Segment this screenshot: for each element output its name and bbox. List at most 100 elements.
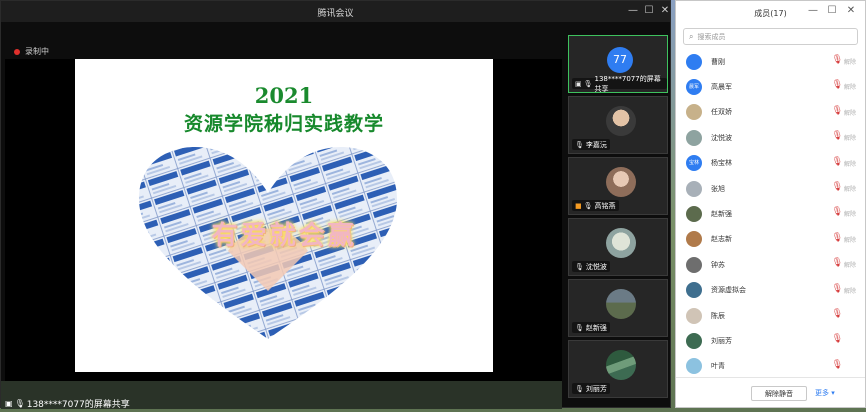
recording-label: 录制中 bbox=[25, 47, 49, 56]
mic-muted-icon: 🎙 bbox=[575, 262, 584, 271]
avatar bbox=[686, 53, 702, 70]
member-row[interactable]: 任双娇 🎙 解除 bbox=[676, 100, 865, 125]
mic-muted-icon[interactable]: 🎙 bbox=[832, 131, 843, 141]
more-label: 更多 bbox=[815, 389, 829, 397]
tile-label: ▣ 🎙 138****7077的屏幕共享 bbox=[572, 75, 667, 93]
share-label-text: 138****7077的屏幕共享 bbox=[26, 400, 130, 410]
share-label: ▣ 🎙 138****7077的屏幕共享 bbox=[5, 397, 130, 410]
meeting-titlebar: 腾讯会议 — ☐ ✕ bbox=[1, 1, 670, 22]
member-row[interactable]: 钟苏 🎙 解除 bbox=[676, 252, 865, 277]
slide-overlay-text: 有爱就会赢 bbox=[211, 221, 357, 251]
mic-muted-icon[interactable]: 🎙 bbox=[832, 309, 843, 319]
unmute-action[interactable]: 解除 bbox=[844, 133, 856, 142]
avatar bbox=[606, 106, 636, 136]
member-row[interactable]: 晨军 高晨军 🎙 解除 bbox=[676, 74, 865, 99]
avatar bbox=[606, 228, 636, 258]
tile-name: 138****7077的屏幕共享 bbox=[594, 74, 661, 93]
member-name: 张旭 bbox=[711, 184, 725, 193]
video-tile[interactable]: ■ 🎙 高铭燕 bbox=[568, 157, 668, 215]
member-row[interactable]: 宝林 杨宝林 🎙 解除 bbox=[676, 151, 865, 176]
minimize-icon[interactable]: — bbox=[625, 3, 641, 19]
mic-muted-icon[interactable]: 🎙 bbox=[832, 182, 843, 192]
member-row[interactable]: 陈辰 🎙 bbox=[676, 303, 865, 328]
avatar bbox=[606, 350, 636, 380]
member-name: 赵志新 bbox=[711, 235, 732, 244]
unmute-all-button[interactable]: 解除静音 bbox=[751, 386, 807, 401]
avatar bbox=[686, 307, 702, 324]
unmute-action[interactable]: 解除 bbox=[844, 108, 856, 117]
avatar bbox=[686, 231, 702, 248]
mic-muted-icon[interactable]: 🎙 bbox=[832, 284, 843, 294]
unmute-action[interactable]: 解除 bbox=[844, 159, 856, 168]
screen-share-area[interactable]: 2021 资源学院秭归实践教学 有爱就会赢 bbox=[5, 59, 562, 381]
more-button[interactable]: 更多 ▾ bbox=[815, 385, 835, 401]
video-tile[interactable]: 🎙 沈悦波 bbox=[568, 218, 668, 276]
unmute-action[interactable]: 解除 bbox=[844, 235, 856, 244]
avatar: 晨军 bbox=[686, 79, 702, 96]
avatar bbox=[686, 358, 702, 375]
mic-muted-icon[interactable]: 🎙 bbox=[832, 55, 843, 65]
mic-muted-icon[interactable]: 🎙 bbox=[832, 360, 843, 370]
member-name: 资源虚拟会 bbox=[711, 286, 746, 295]
mic-muted-icon: 🎙 bbox=[575, 323, 584, 332]
chevron-down-icon: ▾ bbox=[831, 389, 835, 397]
member-list: 曹刚 🎙 解除 晨军 高晨军 🎙 解除 任双娇 🎙 解除 沈悦波 🎙 解除 宝林 杨宝林 🎙 解除 张旭 🎙 解除 赵新… bbox=[676, 49, 865, 379]
mic-muted-icon[interactable]: 🎙 bbox=[832, 157, 843, 167]
close-icon[interactable]: ✕ bbox=[657, 3, 673, 19]
avatar bbox=[686, 129, 702, 146]
mic-muted-icon[interactable]: 🎙 bbox=[832, 334, 843, 344]
member-row[interactable]: 赵新强 🎙 解除 bbox=[676, 201, 865, 226]
screen-icon: ▣ bbox=[5, 399, 13, 408]
member-row[interactable]: 叶青 🎙 bbox=[676, 354, 865, 379]
member-name: 沈悦波 bbox=[711, 133, 732, 142]
mic-icon: 🎙 bbox=[14, 399, 25, 408]
unmute-action[interactable]: 解除 bbox=[844, 184, 856, 193]
avatar: 宝林 bbox=[686, 155, 702, 172]
member-row[interactable]: 张旭 🎙 解除 bbox=[676, 176, 865, 201]
mic-muted-icon[interactable]: 🎙 bbox=[832, 80, 843, 90]
mic-muted-icon[interactable]: 🎙 bbox=[832, 207, 843, 217]
avatar bbox=[606, 289, 636, 319]
members-footer: 解除静音 更多 ▾ bbox=[676, 377, 865, 407]
tile-label: ■ 🎙 高铭燕 bbox=[572, 200, 619, 211]
mic-muted-icon: 🎙 bbox=[583, 201, 593, 210]
recording-dot-icon bbox=[14, 48, 20, 55]
minimize-icon[interactable]: — bbox=[806, 4, 820, 18]
member-name: 高晨军 bbox=[711, 83, 732, 92]
member-row[interactable]: 资源虚拟会 🎙 解除 bbox=[676, 278, 865, 303]
maximize-icon[interactable]: ☐ bbox=[641, 3, 657, 19]
mic-muted-icon[interactable]: 🎙 bbox=[832, 233, 843, 243]
mic-muted-icon[interactable]: 🎙 bbox=[832, 106, 843, 116]
video-tile[interactable]: 🎙 刘丽芳 bbox=[568, 340, 668, 398]
member-row[interactable]: 赵志新 🎙 解除 bbox=[676, 227, 865, 252]
video-tile[interactable]: 🎙 赵新强 bbox=[568, 279, 668, 337]
unmute-action[interactable]: 解除 bbox=[844, 260, 856, 269]
mic-muted-icon[interactable]: 🎙 bbox=[832, 258, 843, 268]
member-name: 任双娇 bbox=[711, 108, 732, 117]
avatar bbox=[686, 206, 702, 223]
avatar bbox=[686, 282, 702, 299]
close-icon[interactable]: ✕ bbox=[844, 4, 858, 18]
member-name: 杨宝林 bbox=[711, 159, 732, 168]
member-row[interactable]: 沈悦波 🎙 解除 bbox=[676, 125, 865, 150]
maximize-icon[interactable]: ☐ bbox=[825, 4, 839, 18]
slide-year: 2021 bbox=[254, 83, 314, 108]
avatar bbox=[686, 180, 702, 197]
tile-label: 🎙 李嘉沅 bbox=[572, 139, 610, 150]
tile-name: 赵新强 bbox=[585, 323, 607, 332]
video-tile[interactable]: 77 ▣ 🎙 138****7077的屏幕共享 bbox=[568, 35, 668, 93]
unmute-action[interactable]: 解除 bbox=[844, 209, 856, 218]
slide-title: 资源学院秭归实践教学 bbox=[183, 113, 384, 135]
video-tile[interactable]: 🎙 李嘉沅 bbox=[568, 96, 668, 154]
member-row[interactable]: 曹刚 🎙 解除 bbox=[676, 49, 865, 74]
recording-indicator: 录制中 bbox=[14, 46, 49, 57]
member-row[interactable]: 刘丽芳 🎙 bbox=[676, 328, 865, 353]
unmute-action[interactable]: 解除 bbox=[844, 286, 856, 295]
tile-label: 🎙 刘丽芳 bbox=[572, 383, 610, 394]
unmute-action[interactable]: 解除 bbox=[844, 82, 856, 91]
avatar: 77 bbox=[607, 47, 633, 73]
member-search[interactable]: ⌕ bbox=[683, 28, 858, 45]
screen: 腾讯会议 — ☐ ✕ 录制中 2021 资源学院秭归实践教学 有爱就会赢 ▣ 🎙… bbox=[0, 0, 866, 412]
search-input[interactable] bbox=[697, 32, 838, 41]
unmute-action[interactable]: 解除 bbox=[844, 57, 856, 66]
